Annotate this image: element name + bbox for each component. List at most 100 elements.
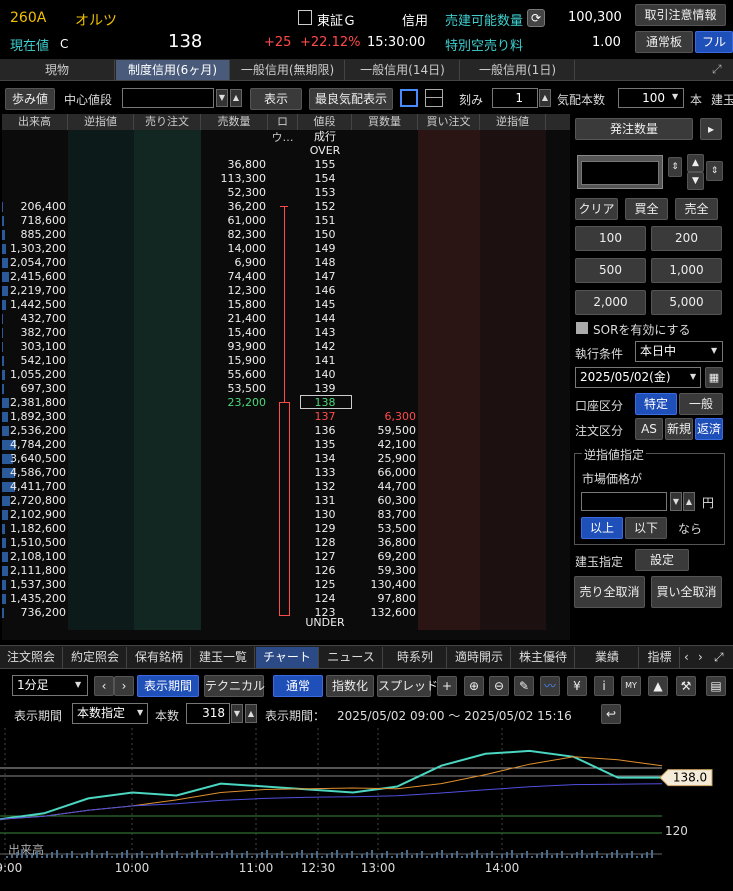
bid-qty-cell[interactable]: 69,200 [352,550,417,564]
count-input[interactable]: 318 [186,703,230,724]
price-cell[interactable]: 150 [298,228,352,242]
crosshair-icon[interactable]: + [437,676,457,696]
bid-qty-cell[interactable]: 97,800 [352,592,417,606]
above-button[interactable]: 以上 [581,517,623,539]
date-dropdown-icon[interactable]: ▼ [690,372,696,381]
price-cell[interactable]: 130 [298,508,352,522]
collapse-icon[interactable]: ▸ [700,118,722,140]
ask-qty-cell[interactable]: 15,400 [201,326,267,340]
print-icon[interactable]: ▤ [706,676,726,696]
center-price-input[interactable] [122,88,214,108]
account-specific-button[interactable]: 特定 [635,393,677,415]
bid-qty-cell[interactable]: 36,800 [352,536,417,550]
wrench-icon[interactable]: ⚒ [676,676,696,696]
expand-icon[interactable]: ⤢ [712,62,722,77]
normal-mode-button[interactable]: 通常 [273,675,323,697]
spread-mode-button[interactable]: スプレッド [377,675,438,697]
tab-disclosure[interactable]: 適時開示 [448,647,511,668]
bid-qty-cell[interactable]: 44,700 [352,480,417,494]
price-cell[interactable]: 139 [298,382,352,396]
ask-qty-cell[interactable]: 15,800 [201,298,267,312]
order-qty-label-button[interactable]: 発注数量 [575,118,693,140]
dropdown-icon[interactable]: ▼ [216,89,228,107]
ask-qty-cell[interactable]: 12,300 [201,284,267,298]
tab-indicators[interactable]: 指標 [640,647,680,668]
yen-icon[interactable]: ¥ [567,676,587,696]
single-layout-icon[interactable] [400,89,418,107]
area-chart-icon[interactable]: ▲ [648,676,668,696]
ask-qty-cell[interactable]: 93,900 [201,340,267,354]
price-cell[interactable]: 147 [298,270,352,284]
clear-button[interactable]: クリア [575,198,618,220]
interval-dropdown-icon[interactable]: ▼ [75,680,81,689]
qty-spin-icon[interactable]: ⇕ [668,157,682,177]
refresh-icon[interactable]: ⟳ [527,9,545,27]
price-cell[interactable]: 146 [298,284,352,298]
period-mode-dropdown-icon[interactable]: ▼ [137,708,143,717]
position-setting-button[interactable]: 設定 [635,549,689,571]
ask-qty-cell[interactable]: 36,800 [201,158,267,172]
bid-qty-cell[interactable]: 130,400 [352,578,417,592]
period-button[interactable]: 表示期間 [137,675,199,697]
price-cell[interactable]: 131 [298,494,352,508]
bid-qty-cell[interactable]: 66,000 [352,466,417,480]
price-cell[interactable]: 144 [298,312,352,326]
info-icon[interactable]: i [594,676,614,696]
bid-qty-cell[interactable]: 59,300 [352,564,417,578]
tick-stepper-icon[interactable]: ▲ [539,89,551,107]
tab-execution-inquiry[interactable]: 約定照会 [64,647,127,668]
tab-shareholder-benefits[interactable]: 株主優待 [512,647,575,668]
tab-news[interactable]: ニュース [320,647,383,668]
ask-qty-cell[interactable]: 74,400 [201,270,267,284]
bid-qty-cell[interactable]: 42,100 [352,438,417,452]
display-button[interactable]: 表示 [250,88,302,110]
normal-board-button[interactable]: 通常板 [635,31,693,53]
price-cell[interactable]: 152 [298,200,352,214]
repay-button[interactable]: 返済 [695,418,723,440]
zoom-in-icon[interactable]: ⊕ [464,676,484,696]
technical-button[interactable]: テクニカル [204,675,265,697]
price-cell[interactable]: 126 [298,564,352,578]
calendar-icon[interactable]: ▦ [705,367,723,388]
price-cell[interactable]: 155 [298,158,352,172]
tick-input[interactable]: 1 [492,88,538,108]
price-cell[interactable]: 145 [298,298,352,312]
account-general-button[interactable]: 一般 [679,393,723,415]
price-cell[interactable]: 154 [298,172,352,186]
full-board-button[interactable]: フル [695,31,733,53]
next-icon[interactable]: › [114,676,134,696]
ask-qty-cell[interactable]: 15,900 [201,354,267,368]
exec-dropdown-icon[interactable]: ▼ [711,346,717,355]
qty-down-icon[interactable]: ▼ [687,172,704,190]
price-cell[interactable]: 143 [298,326,352,340]
as-button[interactable]: AS [635,418,663,440]
price-cell[interactable]: 129 [298,522,352,536]
ask-qty-cell[interactable]: 113,300 [201,172,267,186]
bid-qty-cell[interactable]: 53,500 [352,522,417,536]
count-dropdown-icon[interactable]: ▼ [231,704,243,723]
exec-condition-select[interactable]: 本日中 [635,341,723,362]
new-button[interactable]: 新規 [665,418,693,440]
ask-qty-cell[interactable]: 36,200 [201,200,267,214]
stop-dropdown-icon[interactable]: ▼ [670,492,682,511]
ask-qty-cell[interactable]: 53,500 [201,382,267,396]
tab-next-icon[interactable]: › [698,650,703,664]
bid-qty-cell[interactable]: 6,300 [352,410,417,424]
qty-1000-button[interactable]: 1,000 [651,258,722,283]
tab-standard-credit[interactable]: 制度信用(6ヶ月) [116,60,230,80]
tab-holdings[interactable]: 保有銘柄 [128,647,191,668]
price-cell[interactable]: 124 [298,592,352,606]
bid-qty-cell[interactable]: 60,300 [352,494,417,508]
price-cell[interactable]: 133 [298,466,352,480]
price-cell[interactable]: 125 [298,578,352,592]
price-cell[interactable]: 137 [298,410,352,424]
ask-qty-cell[interactable]: 82,300 [201,228,267,242]
quote-dropdown-icon[interactable]: ▼ [672,92,678,101]
qty-100-button[interactable]: 100 [575,226,646,251]
price-cell[interactable]: 132 [298,480,352,494]
price-cell[interactable]: 153 [298,186,352,200]
qty-up-icon[interactable]: ▲ [687,154,704,172]
trading-notice-button[interactable]: 取引注意情報 [635,4,726,26]
qty-200-button[interactable]: 200 [651,226,722,251]
price-cell[interactable]: 141 [298,354,352,368]
